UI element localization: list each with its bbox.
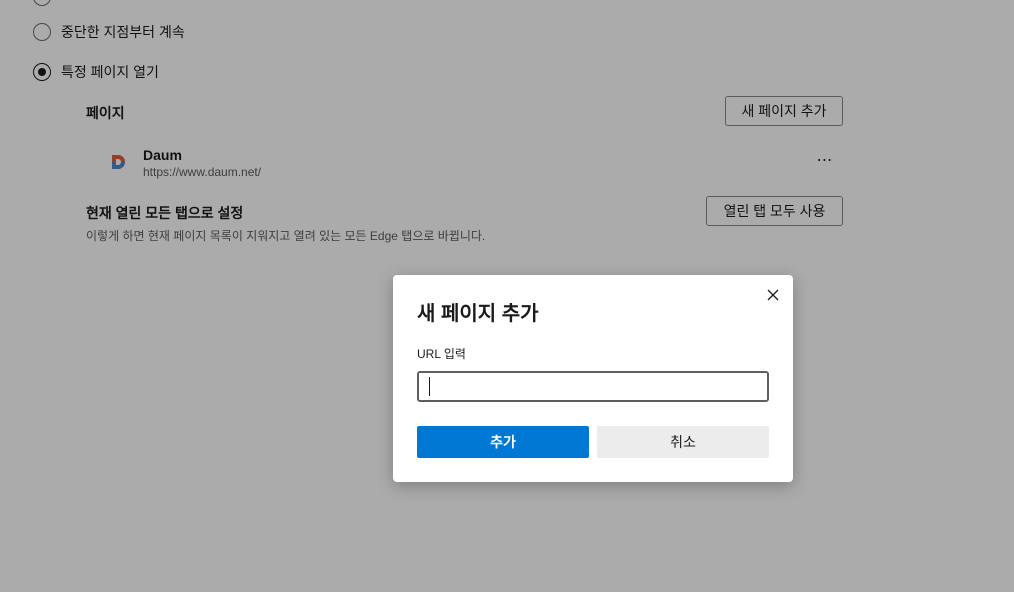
add-page-dialog: 새 페이지 추가 URL 입력 추가 취소 xyxy=(393,275,793,482)
close-icon[interactable] xyxy=(765,287,781,303)
add-button[interactable]: 추가 xyxy=(417,426,589,458)
url-field-label: URL 입력 xyxy=(417,347,466,361)
url-input[interactable] xyxy=(417,371,769,402)
dialog-title: 새 페이지 추가 xyxy=(417,303,539,325)
text-cursor xyxy=(429,377,430,396)
cancel-button[interactable]: 취소 xyxy=(597,426,769,458)
